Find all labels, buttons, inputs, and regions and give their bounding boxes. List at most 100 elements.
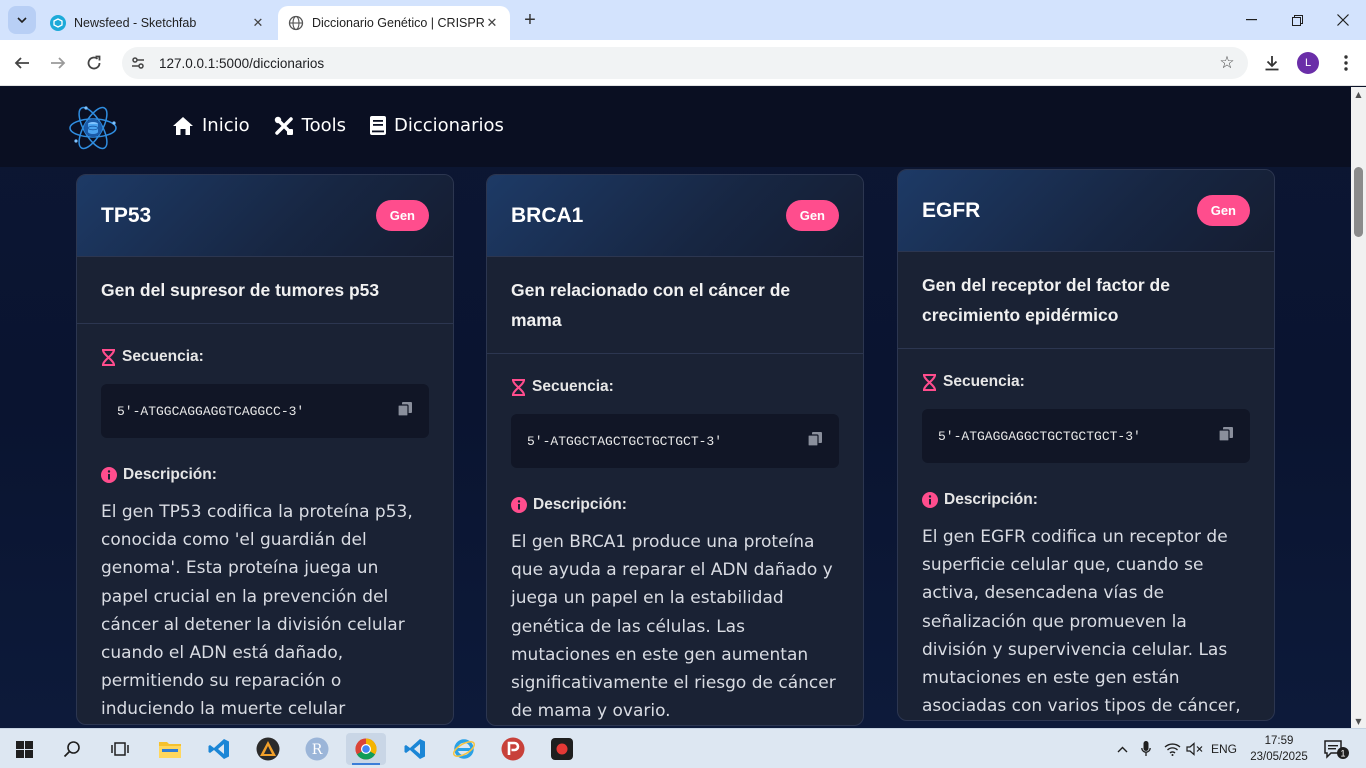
task-view-icon[interactable] [100,733,140,765]
description-label-row: Descripción: [922,491,1250,509]
globe-icon [288,15,304,31]
copy-icon[interactable] [807,431,823,451]
card-title: EGFR [922,198,981,222]
volume-muted-icon[interactable] [1184,729,1204,768]
copy-icon[interactable] [397,401,413,421]
file-explorer-icon[interactable] [150,733,190,765]
search-icon[interactable] [52,733,92,765]
close-icon[interactable]: ✕ [484,15,500,31]
reload-button[interactable] [79,48,109,78]
bookmark-star-icon[interactable]: ☆ [1212,53,1242,73]
close-icon[interactable]: ✕ [250,15,266,31]
book-icon [369,116,386,135]
description-label: Descripción: [123,466,217,483]
tab-search-button[interactable] [8,6,36,34]
sequence-text[interactable]: 5'-ATGGCTAGCTGCTGCTGCT-3' [527,434,722,449]
clock-time: 17:59 [1264,735,1294,747]
sequence-text[interactable]: 5'-ATGGCAGGAGGTCAGGCC-3' [117,404,304,419]
wifi-icon[interactable] [1160,729,1184,768]
copy-icon[interactable] [1218,426,1234,446]
close-window-button[interactable] [1320,0,1366,40]
address-bar[interactable]: 127.0.0.1:5000/diccionarios ☆ [122,47,1248,79]
gene-type-badge: Gen [1196,195,1250,226]
description-label-row: Descripción: [101,466,429,484]
scroll-up-arrow-icon[interactable]: ▲ [1351,87,1366,101]
card-body: Secuencia: 5'-ATGAGGAGGCTGCTGCTGCT-3' De… [898,349,1274,720]
app-triangle-icon[interactable] [248,733,288,765]
browser-tab-sketchfab[interactable]: Newsfeed - Sketchfab ✕ [40,6,276,40]
description-label: Descripción: [533,496,627,513]
windows-start-icon[interactable] [4,733,44,765]
gene-type-badge: Gen [375,200,429,231]
gene-card-brca1: BRCA1 Gen Gen relacionado con el cáncer … [486,174,864,727]
vscode-icon[interactable] [395,733,435,765]
page-scrollbar[interactable]: ▲ ▼ [1351,87,1366,728]
microphone-icon[interactable] [1136,729,1156,768]
close-icon [1337,14,1349,26]
sequence-label-row: Secuencia: [511,378,839,396]
browser-menu-button[interactable] [1331,48,1361,78]
description-text: El gen BRCA1 produce una proteína que ay… [511,532,836,722]
forward-button[interactable] [43,48,73,78]
browser-toolbar: 127.0.0.1:5000/diccionarios ☆ L [0,40,1366,86]
card-title: TP53 [101,203,152,227]
screen-recorder-icon[interactable] [542,733,582,765]
minimize-button[interactable] [1228,0,1274,40]
site-info-icon[interactable] [124,49,152,77]
home-icon [173,116,193,135]
gene-card-egfr: EGFR Gen Gen del receptor del factor de … [897,169,1275,722]
nav-link-tools[interactable]: Tools [274,115,346,136]
page-viewport: Inicio Tools Diccionarios TP53 Gen Gen d… [0,87,1351,728]
info-circle-icon [511,497,527,513]
vscode-icon[interactable] [199,733,239,765]
card-header: TP53 Gen [77,175,453,257]
internet-explorer-icon[interactable] [444,733,484,765]
profile-avatar[interactable]: L [1297,52,1319,74]
sequence-label: Secuencia: [122,348,204,365]
nav-link-inicio[interactable]: Inicio [172,115,250,136]
sequence-text[interactable]: 5'-ATGAGGAGGCTGCTGCTGCT-3' [938,429,1141,444]
tray-chevron-up-icon[interactable] [1112,729,1132,768]
url-text[interactable]: 127.0.0.1:5000/diccionarios [159,56,1212,71]
svg-text:R: R [312,742,323,758]
scroll-down-arrow-icon[interactable]: ▼ [1351,714,1366,728]
sequence-label: Secuencia: [943,373,1025,390]
chrome-icon[interactable] [346,733,386,765]
language-indicator[interactable]: ENG [1208,729,1240,768]
card-header: BRCA1 Gen [487,175,863,257]
scrollbar-thumb[interactable] [1354,167,1363,237]
clock[interactable]: 17:59 23/05/2025 [1248,733,1310,765]
download-icon [1265,56,1279,71]
sketchfab-icon [50,15,66,31]
card-subtitle: Gen del supresor de tumores p53 [77,257,453,324]
app-p-icon[interactable] [493,733,533,765]
card-header: EGFR Gen [898,170,1274,252]
restore-icon [1291,14,1303,26]
more-vertical-icon [1344,55,1348,71]
nav-label: Diccionarios [393,115,504,136]
notification-center-icon[interactable]: 1 [1318,729,1354,768]
restore-button[interactable] [1274,0,1320,40]
browser-tab-diccionario[interactable]: Diccionario Genético | CRISPR T ✕ [278,6,510,40]
card-body: Secuencia: 5'-ATGGCAGGAGGTCAGGCC-3' Desc… [77,324,453,724]
downloads-button[interactable] [1257,48,1287,78]
dna-icon [511,378,526,396]
site-header: Inicio Tools Diccionarios [0,87,1351,167]
notification-count: 1 [1340,749,1345,759]
dna-icon [101,348,116,366]
nav-label: Inicio [202,115,250,136]
new-tab-button[interactable]: + [518,8,542,32]
sequence-label-row: Secuencia: [101,348,429,366]
dna-icon [922,373,937,391]
description-text: El gen EGFR codifica un receptor de supe… [922,527,1241,717]
atom-database-logo-icon[interactable] [66,101,120,155]
info-circle-icon [922,492,938,508]
sequence-label: Secuencia: [532,378,614,395]
r-language-icon[interactable]: R [297,733,337,765]
arrow-left-icon [14,57,29,69]
back-button[interactable] [7,48,37,78]
description-label-row: Descripción: [511,496,839,514]
card-subtitle: Gen relacionado con el cáncer de mama [487,257,863,354]
nav-link-diccionarios[interactable]: Diccionarios [369,115,504,136]
tab-title: Diccionario Genético | CRISPR T [312,16,484,30]
